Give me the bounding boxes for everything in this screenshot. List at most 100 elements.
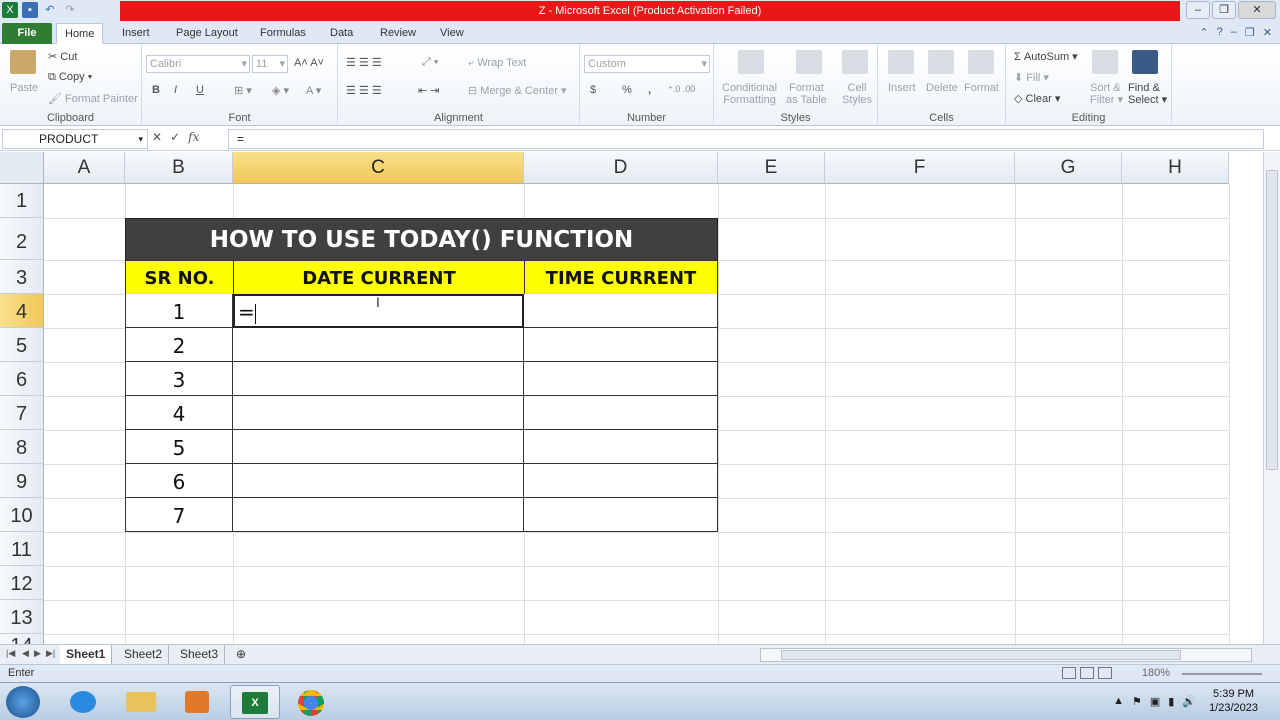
align-left-icons[interactable]: ☰ ☰ ☰ [346,84,382,97]
date-cell[interactable] [233,430,524,464]
column-header-e[interactable]: E [718,152,825,184]
row-header-7[interactable]: 7 [0,396,44,430]
start-button[interactable] [6,686,40,718]
sheet-nav-next-icon[interactable]: ▶ [34,648,41,659]
name-box[interactable]: PRODUCT ▾ [2,129,148,149]
sheet-tab-sheet2[interactable]: Sheet2 [118,645,170,664]
undo-icon[interactable]: ↶ [42,2,58,18]
formula-cancel-icon[interactable]: ✕ [152,130,162,144]
sheet-nav-last-icon[interactable]: ▶| [46,648,55,659]
date-cell[interactable] [233,498,524,532]
row-header-13[interactable]: 13 [0,600,44,634]
select-all-corner[interactable] [0,152,44,184]
borders-icon[interactable]: ⊞ ▾ [234,84,252,97]
row-header-4[interactable]: 4 [0,294,44,328]
date-cell[interactable] [233,328,524,362]
insert-sheet-icon[interactable]: ⊕ [230,645,252,664]
column-header-f[interactable]: F [825,152,1015,184]
redo-icon[interactable]: ↷ [62,2,78,18]
row-header-12[interactable]: 12 [0,566,44,600]
tab-review[interactable]: Review [372,23,424,44]
save-icon[interactable]: ▪ [22,2,38,18]
close-button[interactable]: ✕ [1238,1,1276,19]
column-header-a[interactable]: A [44,152,125,184]
zoom-slider[interactable] [1182,673,1262,675]
cell-styles-icon[interactable] [842,50,868,74]
sort-filter-button[interactable]: Sort & Filter ▾ [1090,82,1123,106]
table-title[interactable]: HOW TO USE TODAY() FUNCTION [125,218,718,261]
time-cell[interactable] [524,430,718,464]
tab-data[interactable]: Data [322,23,361,44]
sr-no-cell[interactable]: 1 [125,294,233,328]
percent-button[interactable]: % [622,84,632,96]
internet-explorer-icon[interactable] [58,685,108,719]
date-cell[interactable] [233,362,524,396]
vertical-scrollbar[interactable] [1263,152,1280,644]
find-select-icon[interactable] [1132,50,1158,74]
normal-view-icon[interactable] [1062,667,1076,679]
zoom-level[interactable]: 180% [1142,667,1170,679]
comma-button[interactable]: , [648,84,651,96]
horizontal-scrollbar[interactable] [760,648,1252,662]
column-header-d[interactable]: D [524,152,718,184]
row-header-14[interactable]: 14 [0,634,44,644]
restore-button[interactable]: ❐ [1212,1,1236,19]
sheet-tab-sheet1[interactable]: Sheet1 [60,645,113,664]
tab-home[interactable]: Home [56,23,104,44]
page-layout-view-icon[interactable] [1080,667,1094,679]
chrome-icon[interactable] [286,685,336,719]
sr-no-cell[interactable]: 3 [125,362,233,396]
time-cell[interactable] [524,396,718,430]
show-hidden-icons[interactable]: ▲ [1113,695,1124,708]
clear-button[interactable]: ◇ Clear ▾ [1014,92,1060,105]
grow-font-icon[interactable]: A˄ A˅ [294,57,324,69]
column-header-h[interactable]: H [1122,152,1229,184]
align-top-icons[interactable]: ☰ ☰ ☰ [346,56,382,69]
tab-file[interactable]: File [2,23,52,44]
spreadsheet-grid[interactable]: A B C D E F G H 1 2 3 4 5 6 7 8 9 10 11 … [0,152,1280,644]
sr-no-cell[interactable]: 4 [125,396,233,430]
cell-styles-button[interactable]: Cell Styles [842,82,872,106]
row-header-6[interactable]: 6 [0,362,44,396]
column-header-b[interactable]: B [125,152,233,184]
insert-cells-icon[interactable] [888,50,914,74]
formula-input[interactable]: = [228,129,1264,149]
wrap-text-button[interactable]: ⤶ Wrap Text [468,57,526,70]
orientation-icon[interactable]: ⤢ ▾ [422,56,438,69]
sr-no-cell[interactable]: 7 [125,498,233,532]
conditional-formatting-icon[interactable] [738,50,764,74]
sr-no-cell[interactable]: 2 [125,328,233,362]
format-cells-button[interactable]: Format [964,82,999,94]
date-cell[interactable] [233,464,524,498]
paste-button[interactable]: Paste [10,82,38,94]
underline-button[interactable]: U [196,84,204,96]
row-header-3[interactable]: 3 [0,260,44,294]
horizontal-scroll-thumb[interactable] [781,650,1181,660]
doc-minimize-icon[interactable]: – [1231,26,1237,39]
tab-page-layout[interactable]: Page Layout [168,23,246,44]
format-as-table-button[interactable]: Format as Table [786,82,827,106]
number-format-select[interactable]: Custom ▾ [584,55,710,73]
row-header-9[interactable]: 9 [0,464,44,498]
sr-no-cell[interactable]: 6 [125,464,233,498]
time-cell[interactable] [524,464,718,498]
date-cell[interactable] [233,396,524,430]
sheet-tab-sheet3[interactable]: Sheet3 [174,645,226,664]
row-header-8[interactable]: 8 [0,430,44,464]
conditional-formatting-button[interactable]: Conditional Formatting [722,82,777,106]
row-header-2[interactable]: 2 [0,218,44,260]
time-cell[interactable] [524,498,718,532]
paste-icon[interactable] [10,50,36,74]
time-cell[interactable] [524,362,718,396]
header-time-current[interactable]: TIME CURRENT [524,260,718,295]
media-player-icon[interactable] [172,685,222,719]
format-painter-button[interactable]: 🖌 Format Painter [48,92,138,105]
header-date-current[interactable]: DATE CURRENT [233,260,525,295]
font-color-icon[interactable]: A ▾ [306,84,321,97]
merge-center-button[interactable]: ⊟ Merge & Center ▾ [468,84,567,97]
doc-close-icon[interactable]: ✕ [1263,26,1272,39]
formula-enter-icon[interactable]: ✓ [170,130,180,144]
row-header-11[interactable]: 11 [0,532,44,566]
header-sr-no[interactable]: SR NO. [125,260,234,295]
column-header-g[interactable]: G [1015,152,1122,184]
